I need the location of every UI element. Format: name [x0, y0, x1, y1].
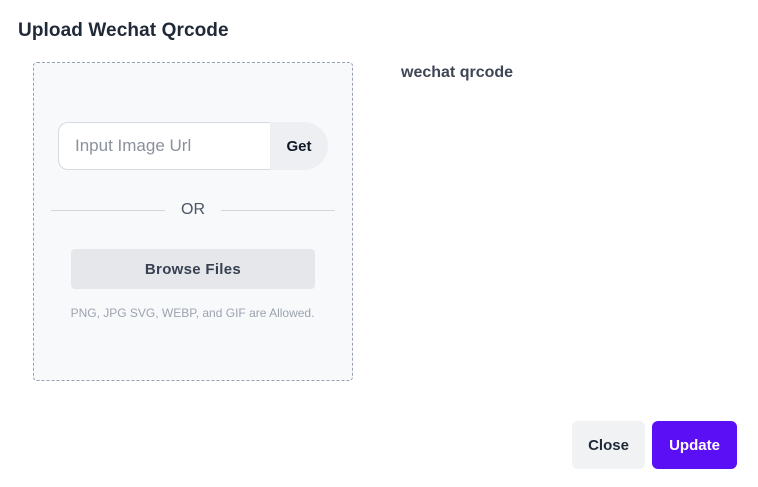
- image-url-group: Get: [58, 122, 328, 170]
- update-button[interactable]: Update: [652, 421, 737, 469]
- allowed-formats-text: PNG, JPG SVG, WEBP, and GIF are Allowed.: [70, 306, 315, 320]
- image-url-input[interactable]: [58, 122, 270, 170]
- divider-line-right: [221, 210, 335, 211]
- browse-files-button[interactable]: Browse Files: [71, 249, 315, 289]
- close-button[interactable]: Close: [572, 421, 645, 469]
- or-label: OR: [181, 201, 205, 218]
- get-button[interactable]: Get: [270, 122, 328, 170]
- or-divider: OR: [51, 200, 335, 220]
- upload-dropzone[interactable]: Get OR Browse Files PNG, JPG SVG, WEBP, …: [33, 62, 353, 381]
- dialog-title: Upload Wechat Qrcode: [18, 20, 229, 41]
- divider-line-left: [51, 210, 165, 211]
- qrcode-preview-label: wechat qrcode: [401, 64, 514, 81]
